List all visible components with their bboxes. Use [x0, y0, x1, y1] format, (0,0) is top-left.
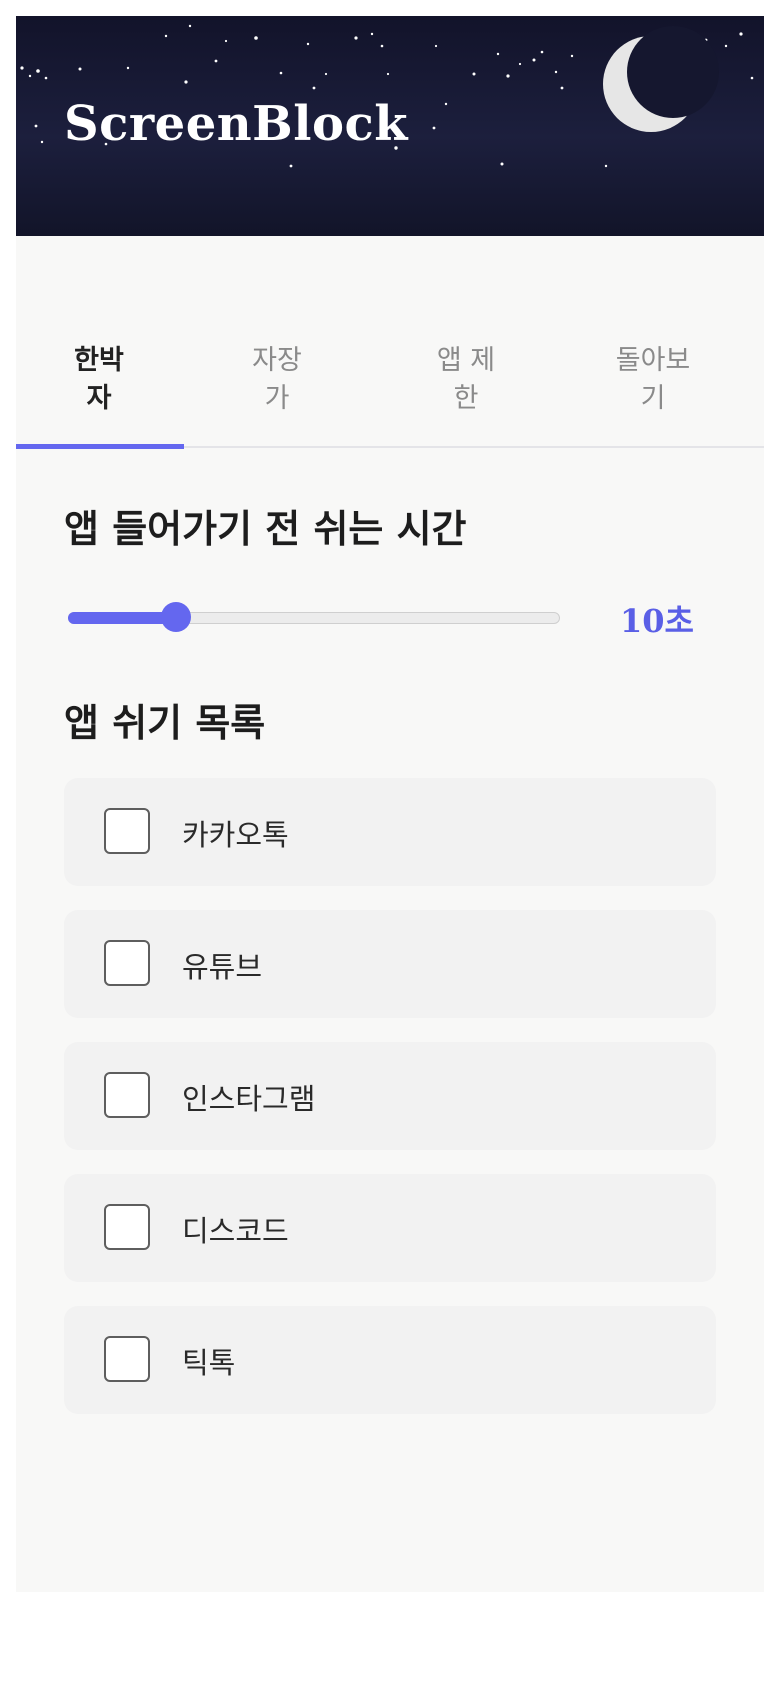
list-item[interactable]: 디스코드 — [64, 1174, 716, 1282]
app-checkbox[interactable] — [104, 940, 150, 986]
tab-label-line2: 한 — [453, 383, 479, 414]
tab-label-line1: 한박 — [74, 345, 124, 376]
list-item[interactable]: 카카오톡 — [64, 778, 716, 886]
app-label: 틱톡 — [182, 1346, 236, 1380]
app-checkbox[interactable] — [104, 1336, 150, 1382]
app-title: ScreenBlock — [64, 96, 408, 152]
app-label: 디스코드 — [182, 1214, 289, 1248]
app-checkbox[interactable] — [104, 1072, 150, 1118]
app-list: 카카오톡 유튜브 인스타그램 디스코드 틱톡 — [64, 778, 716, 1438]
tab-label-line2: 가 — [264, 383, 290, 414]
break-time-title: 앱 들어가기 전 쉬는 시간 — [64, 507, 467, 551]
list-item[interactable]: 인스타그램 — [64, 1042, 716, 1150]
break-time-slider[interactable] — [68, 602, 576, 632]
active-tab-indicator — [16, 444, 184, 449]
list-item[interactable]: 틱톡 — [64, 1306, 716, 1414]
tab-label-line2: 기 — [640, 383, 666, 414]
app-list-title: 앱 쉬기 목록 — [64, 701, 266, 745]
crescent-moon-icon — [603, 26, 719, 132]
slider-thumb[interactable] — [160, 602, 191, 632]
tab-bar: 한박 자 자장 가 앱 제 한 돌아보 기 — [16, 316, 764, 449]
break-time-value: 10초 — [620, 602, 694, 640]
tab-label-line1: 돌아보 — [615, 345, 691, 376]
app-label: 인스타그램 — [182, 1082, 316, 1116]
tab-label-line2: 자 — [86, 383, 112, 414]
app-header: ScreenBlock — [16, 16, 764, 236]
tab-app-limit[interactable]: 앱 제 한 — [416, 342, 516, 418]
app-window: ScreenBlock 한박 자 자장 가 앱 제 한 돌아보 기 앱 들어가기… — [16, 16, 764, 1592]
tab-hanbakja[interactable]: 한박 자 — [54, 342, 144, 418]
tab-label-line1: 자장 — [252, 345, 302, 376]
tab-label-line1: 앱 제 — [436, 345, 496, 376]
app-checkbox[interactable] — [104, 1204, 150, 1250]
app-label: 유튜브 — [182, 950, 263, 984]
app-checkbox[interactable] — [104, 808, 150, 854]
list-item[interactable]: 유튜브 — [64, 910, 716, 1018]
tab-review[interactable]: 돌아보 기 — [588, 342, 718, 418]
tab-jajangga[interactable]: 자장 가 — [232, 342, 322, 418]
app-label: 카카오톡 — [182, 818, 289, 852]
